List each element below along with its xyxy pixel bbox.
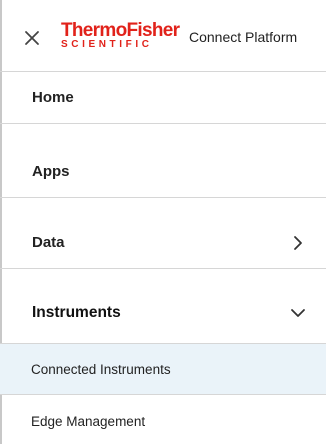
close-icon [25, 31, 39, 45]
platform-name: Connect Platform [189, 29, 298, 45]
subnav-item-edge-management[interactable]: Edge Management [0, 396, 326, 444]
nav-item-data[interactable]: Data [0, 217, 326, 269]
subnav-item-label: Edge Management [31, 414, 146, 429]
thermo-fisher-logo[interactable]: ThermoFisher SCIENTIFIC [61, 20, 180, 53]
nav-item-label: Instruments [32, 304, 121, 321]
nav-item-apps[interactable]: Apps [0, 146, 326, 198]
logo-wordmark: ThermoFisher [61, 20, 180, 41]
close-button[interactable] [22, 28, 42, 48]
nav-item-instruments[interactable]: Instruments [0, 287, 326, 339]
nav-item-label: Home [32, 89, 74, 106]
chevron-down-icon[interactable] [288, 303, 308, 323]
subnav-item-label: Connected Instruments [31, 362, 171, 377]
logo-subtitle: SCIENTIFIC [61, 39, 153, 50]
nav-item-label: Apps [32, 163, 70, 180]
subnav-item-connected-instruments[interactable]: Connected Instruments [0, 343, 326, 395]
nav-item-home[interactable]: Home [0, 72, 326, 124]
chevron-right-icon[interactable] [288, 233, 308, 253]
drawer-header: ThermoFisher SCIENTIFIC Connect Platform [0, 0, 326, 72]
nav-item-label: Data [32, 234, 65, 251]
navigation-drawer: ThermoFisher SCIENTIFIC Connect Platform… [0, 0, 326, 444]
